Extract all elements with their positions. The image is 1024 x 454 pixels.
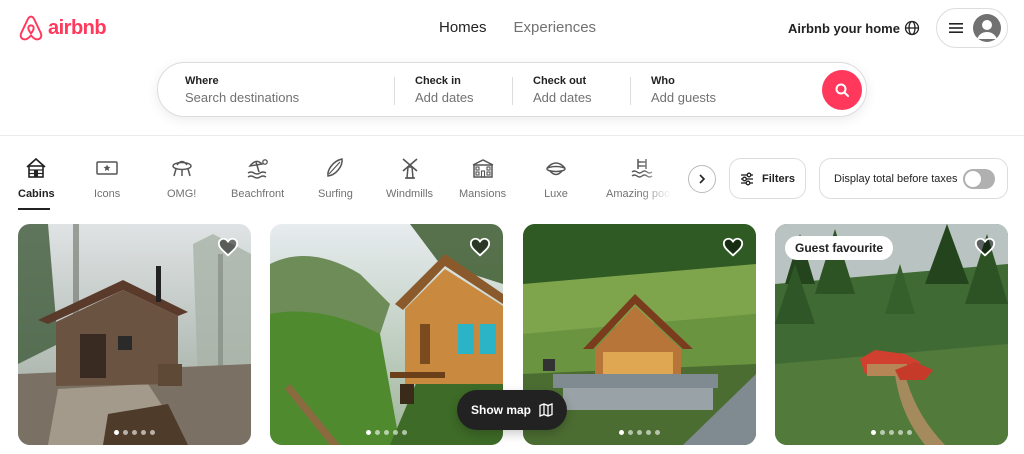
user-menu-button[interactable] — [936, 8, 1008, 48]
search-divider — [630, 77, 631, 105]
category-label: Mansions — [459, 188, 507, 200]
tax-toggle-label: Display total before taxes — [834, 172, 958, 185]
top-header: airbnb Homes Experiences Airbnb your hom… — [0, 0, 1024, 136]
where-input[interactable]: Search destinations — [185, 90, 395, 105]
category-beachfront[interactable]: Beachfront — [231, 156, 284, 200]
ufo-house-icon — [171, 160, 192, 177]
chevron-right-icon — [699, 174, 706, 184]
photo-carousel-dots — [18, 430, 251, 435]
filters-label: Filters — [761, 172, 795, 185]
carousel-dot — [637, 430, 642, 435]
category-omg[interactable]: OMG! — [167, 156, 196, 200]
main-nav-tabs: Homes Experiences — [439, 19, 596, 36]
listing-card[interactable] — [18, 224, 251, 445]
logo-wordmark: airbnb — [48, 16, 107, 39]
category-surfing[interactable]: Surfing — [318, 156, 353, 200]
beach-icon — [247, 159, 268, 179]
check-in-label: Check in — [415, 75, 461, 87]
category-label: Surfing — [318, 188, 353, 200]
tab-homes[interactable]: Homes — [439, 19, 487, 36]
search-icon — [835, 83, 849, 97]
windmill-icon — [402, 158, 418, 179]
who-label: Who — [651, 75, 675, 87]
category-label: Windmills — [386, 188, 434, 200]
category-windmills[interactable]: Windmills — [386, 156, 433, 200]
favorite-heart-icon[interactable] — [217, 236, 239, 258]
airbnb-logo-icon — [19, 15, 43, 41]
carousel-dot — [141, 430, 146, 435]
photo-carousel-dots — [775, 430, 1008, 435]
carousel-dot — [114, 430, 119, 435]
carousel-dot — [907, 430, 912, 435]
filters-button[interactable]: Filters — [729, 158, 806, 199]
cabin-icon — [26, 157, 46, 178]
globe-icon[interactable] — [904, 20, 920, 36]
carousel-dot — [619, 430, 624, 435]
check-in-value: Add dates — [415, 90, 474, 105]
airbnb-logo[interactable]: airbnb — [18, 14, 107, 42]
carousel-dot — [375, 430, 380, 435]
surfboard-icon — [327, 158, 344, 177]
category-cabins[interactable]: Cabins — [18, 156, 55, 200]
category-label: Icons — [94, 188, 121, 200]
active-category-underline — [18, 208, 50, 210]
carousel-dot — [889, 430, 894, 435]
show-map-label: Show map — [470, 403, 531, 417]
photo-carousel-dots — [270, 430, 503, 435]
category-mansions[interactable]: Mansions — [459, 156, 506, 200]
luxe-icon — [546, 162, 566, 176]
check-out-label: Check out — [533, 75, 587, 87]
display-total-before-taxes: Display total before taxes — [819, 158, 1008, 199]
carousel-dot — [393, 430, 398, 435]
category-luxe[interactable]: Luxe — [544, 156, 568, 200]
ticket-icon — [96, 161, 118, 175]
carousel-dot — [366, 430, 371, 435]
carousel-dot — [132, 430, 137, 435]
where-label: Where — [185, 75, 219, 87]
mansion-icon — [472, 159, 493, 178]
favorite-heart-icon[interactable] — [469, 236, 491, 258]
carousel-dot — [384, 430, 389, 435]
check-out-value: Add dates — [533, 90, 592, 105]
sliders-icon — [740, 172, 753, 185]
airbnb-your-home-link[interactable]: Airbnb your home — [788, 21, 900, 36]
category-label: Cabins — [18, 188, 55, 200]
show-map-button[interactable]: Show map — [457, 390, 567, 430]
favorite-heart-icon[interactable] — [722, 236, 744, 258]
map-icon — [539, 403, 553, 417]
search-where[interactable]: Where Search destinations — [185, 63, 395, 118]
category-fade — [640, 156, 692, 206]
category-label: Luxe — [544, 188, 568, 200]
search-divider — [394, 77, 395, 105]
search-button[interactable] — [822, 70, 862, 110]
carousel-dot — [123, 430, 128, 435]
carousel-dot — [655, 430, 660, 435]
hamburger-icon — [949, 23, 963, 33]
photo-carousel-dots — [523, 430, 756, 435]
tab-experiences[interactable]: Experiences — [514, 19, 597, 36]
search-check-in[interactable]: Check in Add dates — [415, 63, 515, 118]
carousel-dot — [880, 430, 885, 435]
category-label: Beachfront — [231, 188, 285, 200]
guest-favourite-badge: Guest favourite — [785, 236, 894, 260]
categories-next-button[interactable] — [688, 165, 716, 193]
carousel-dot — [402, 430, 407, 435]
category-label: OMG! — [167, 188, 197, 200]
carousel-dot — [150, 430, 155, 435]
category-bar: Cabins Icons OMG! Beachfront Surfing Win… — [0, 156, 690, 212]
search-divider — [512, 77, 513, 105]
category-icons[interactable]: Icons — [94, 156, 120, 200]
favorite-heart-icon[interactable] — [974, 236, 996, 258]
listing-card[interactable]: Guest favourite — [775, 224, 1008, 445]
tax-toggle-switch[interactable] — [963, 168, 995, 189]
user-avatar-icon — [973, 14, 1001, 42]
who-value: Add guests — [651, 90, 717, 105]
search-who[interactable]: Who Add guests — [651, 63, 811, 118]
carousel-dot — [898, 430, 903, 435]
search-check-out[interactable]: Check out Add dates — [533, 63, 633, 118]
carousel-dot — [646, 430, 651, 435]
search-bar: Where Search destinations Check in Add d… — [157, 62, 867, 117]
carousel-dot — [871, 430, 876, 435]
carousel-dot — [628, 430, 633, 435]
